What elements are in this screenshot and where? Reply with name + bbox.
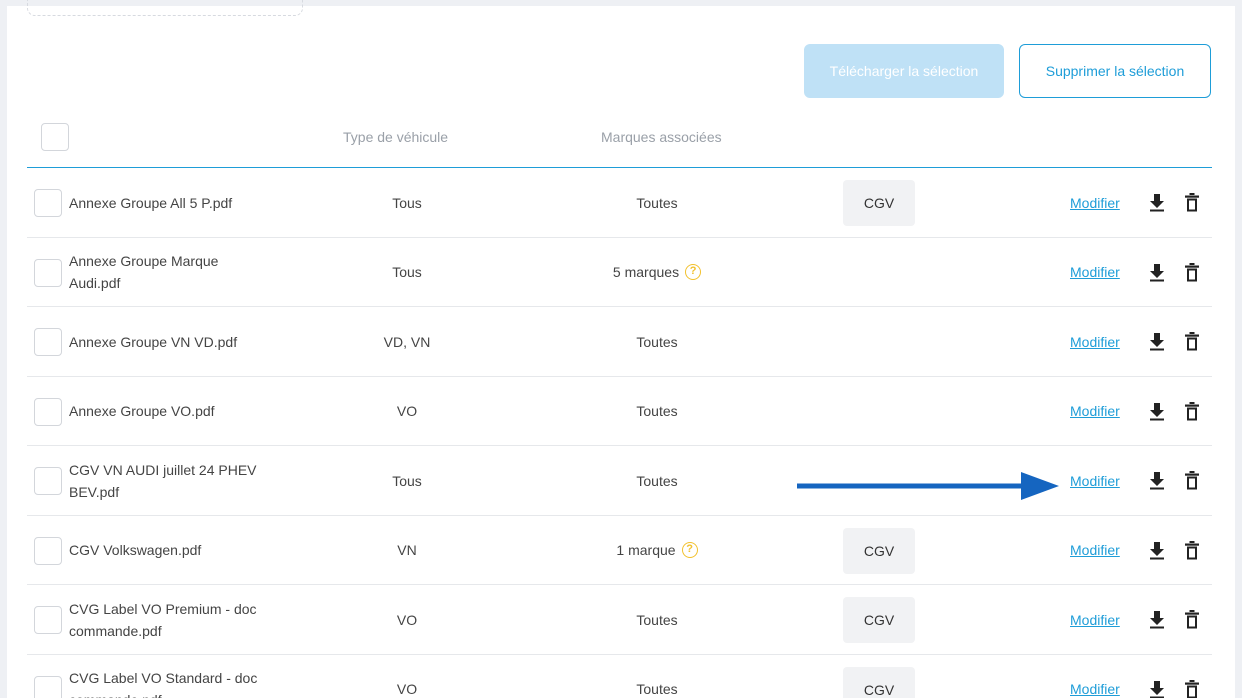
download-selection-button[interactable]: Télécharger la sélection bbox=[804, 44, 1004, 98]
trash-icon[interactable] bbox=[1185, 193, 1199, 212]
file-name: CGV Volkswagen.pdf bbox=[69, 542, 202, 558]
table-row: CVG Label VO Standard - doc commande.pdf… bbox=[27, 655, 1212, 698]
file-name: Annexe Groupe All 5 P.pdf bbox=[69, 194, 233, 211]
vehicle-type-cell: VO bbox=[396, 681, 418, 697]
brands-cell: Toutes bbox=[636, 194, 678, 211]
row-checkbox[interactable] bbox=[34, 189, 62, 217]
trash-icon[interactable] bbox=[1185, 401, 1199, 421]
cgv-badge: CGV bbox=[843, 527, 915, 574]
brands-cell: Toutes bbox=[636, 403, 678, 419]
vehicle-type-cell: VO bbox=[396, 611, 418, 628]
file-name: Annexe Groupe Marque Audi.pdf bbox=[69, 253, 219, 291]
row-checkbox[interactable] bbox=[34, 467, 62, 495]
top-filter-box bbox=[27, 0, 303, 16]
row-checkbox[interactable] bbox=[34, 397, 62, 426]
column-header-brands: Marques associées bbox=[601, 129, 722, 145]
brands-cell: Toutes bbox=[636, 611, 678, 628]
modify-link[interactable]: Modifier bbox=[1070, 307, 1120, 376]
table-row: Annexe Groupe VN VD.pdf VD, VN Toutes Modif… bbox=[27, 307, 1212, 377]
vehicle-type-cell: Tous bbox=[392, 194, 422, 211]
row-checkbox[interactable] bbox=[34, 675, 62, 698]
vehicle-type-cell: VO bbox=[396, 403, 418, 419]
brands-cell: 5 marques? bbox=[557, 238, 757, 307]
table-header: Type de véhicule Marques associées bbox=[27, 118, 1212, 168]
cgv-badge: CGV bbox=[843, 180, 915, 226]
column-header-vehicle-type: Type de véhicule bbox=[343, 129, 449, 145]
vehicle-type-cell: Tous bbox=[392, 264, 422, 280]
help-icon[interactable]: ? bbox=[685, 264, 702, 280]
download-icon[interactable] bbox=[1149, 680, 1165, 698]
brands-cell: Toutes bbox=[636, 472, 678, 489]
trash-icon[interactable] bbox=[1185, 262, 1199, 282]
modify-link[interactable]: Modifier bbox=[1070, 446, 1120, 515]
modify-link[interactable]: Modifier bbox=[1070, 585, 1120, 654]
delete-selection-button[interactable]: Supprimer la sélection bbox=[1019, 44, 1211, 98]
trash-icon[interactable] bbox=[1185, 679, 1199, 698]
trash-icon[interactable] bbox=[1185, 540, 1199, 560]
download-icon[interactable] bbox=[1149, 611, 1165, 629]
modify-link[interactable]: Modifier bbox=[1070, 516, 1120, 585]
download-icon[interactable] bbox=[1149, 333, 1165, 351]
table-row: Annexe Groupe All 5 P.pdf Tous Toutes CGV Mo… bbox=[27, 168, 1212, 238]
modify-link[interactable]: Modifier bbox=[1070, 655, 1120, 698]
table-row: CVG Label VO Premium - doc commande.pdf V… bbox=[27, 585, 1212, 655]
documents-table-body: Annexe Groupe All 5 P.pdf Tous Toutes CGV Mo… bbox=[27, 168, 1212, 698]
file-name: Annexe Groupe VN VD.pdf bbox=[69, 333, 238, 350]
table-row: Annexe Groupe Marque Audi.pdf Tous 5 marqu… bbox=[27, 238, 1212, 307]
row-checkbox[interactable] bbox=[34, 536, 62, 565]
cgv-badge: CGV bbox=[843, 597, 915, 643]
trash-icon[interactable] bbox=[1185, 610, 1199, 629]
row-checkbox[interactable] bbox=[34, 258, 62, 287]
vehicle-type-cell: VN bbox=[397, 542, 417, 558]
vehicle-type-cell: VD, VN bbox=[383, 333, 431, 350]
brands-cell: Toutes bbox=[636, 681, 678, 697]
file-name: Annexe Groupe VO.pdf bbox=[69, 403, 215, 419]
download-icon[interactable] bbox=[1149, 194, 1165, 212]
table-row: CGV Volkswagen.pdf VN 1 marque? CGV Modifier bbox=[27, 516, 1212, 585]
documents-panel: Télécharger la sélection Supprimer la sé… bbox=[7, 0, 1235, 698]
modify-link[interactable]: Modifier bbox=[1070, 377, 1120, 446]
brands-cell: Toutes bbox=[636, 333, 678, 350]
select-all-checkbox[interactable] bbox=[41, 123, 69, 151]
file-name: CGV VN AUDI juillet 24 PHEV BEV.pdf bbox=[69, 461, 257, 500]
trash-icon[interactable] bbox=[1185, 471, 1199, 490]
download-icon[interactable] bbox=[1149, 472, 1165, 490]
download-icon[interactable] bbox=[1149, 402, 1165, 421]
vehicle-type-cell: Tous bbox=[392, 472, 422, 489]
row-checkbox[interactable] bbox=[34, 328, 62, 356]
download-icon[interactable] bbox=[1149, 541, 1165, 560]
help-icon[interactable]: ? bbox=[681, 542, 698, 558]
brands-cell: 1 marque? bbox=[557, 516, 757, 585]
modify-link[interactable]: Modifier bbox=[1070, 238, 1120, 307]
table-row: Annexe Groupe VO.pdf VO Toutes Modifier bbox=[27, 377, 1212, 446]
download-icon[interactable] bbox=[1149, 263, 1165, 282]
modify-link[interactable]: Modifier bbox=[1070, 168, 1120, 237]
trash-icon[interactable] bbox=[1185, 332, 1199, 351]
cgv-badge: CGV bbox=[843, 666, 915, 698]
row-checkbox[interactable] bbox=[34, 606, 62, 634]
file-name: CVG Label VO Premium - doc commande.pdf bbox=[69, 600, 257, 639]
arrow-annotation bbox=[797, 472, 1059, 500]
file-name: CVG Label VO Standard - doc commande.pdf bbox=[69, 670, 258, 698]
